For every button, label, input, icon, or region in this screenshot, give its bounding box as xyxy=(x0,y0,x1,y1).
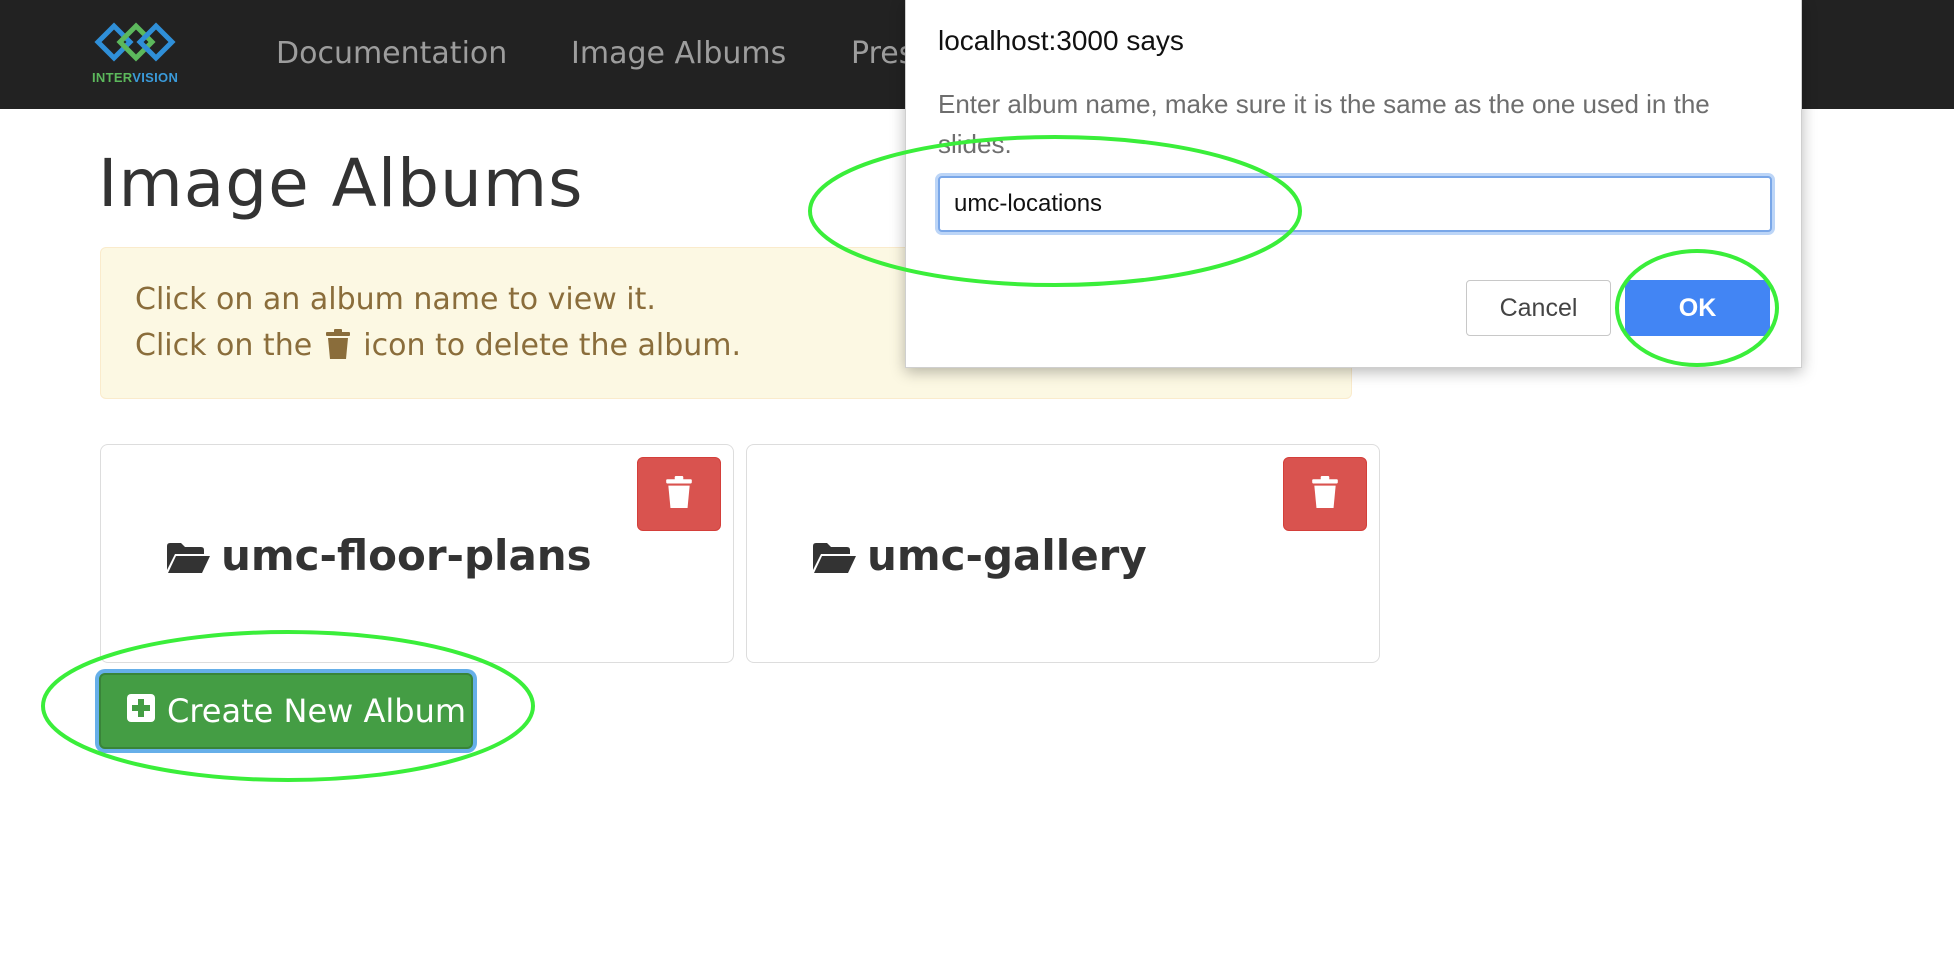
nav-link-image-albums[interactable]: Image Albums xyxy=(571,36,786,71)
album-card: umc-floor-plans xyxy=(100,444,734,663)
album-name-text[interactable]: umc-gallery xyxy=(867,531,1147,580)
alert-line-1: Click on an album name to view it. xyxy=(135,282,656,317)
album-name-text[interactable]: umc-floor-plans xyxy=(221,531,592,580)
folder-open-icon xyxy=(167,535,211,584)
intervision-logo-icon xyxy=(94,22,176,62)
create-new-album-label: Create New Album xyxy=(167,692,467,730)
trash-icon xyxy=(1312,476,1338,512)
page-title: Image Albums xyxy=(98,145,584,222)
folder-open-icon xyxy=(813,535,857,584)
album-link[interactable]: umc-floor-plans xyxy=(167,531,592,584)
trash-icon xyxy=(325,329,350,367)
logo-text: INTERVISION xyxy=(92,70,179,85)
logo[interactable]: INTERVISION xyxy=(92,20,178,86)
album-link[interactable]: umc-gallery xyxy=(813,531,1147,584)
delete-album-button[interactable] xyxy=(637,457,721,531)
alert-line-2-before: Click on the xyxy=(135,328,313,363)
dialog-message: Enter album name, make sure it is the sa… xyxy=(938,89,1710,159)
create-new-album-button[interactable]: Create New Album xyxy=(99,673,473,749)
album-card: umc-gallery xyxy=(746,444,1380,663)
plus-square-icon xyxy=(127,692,155,730)
album-name-input[interactable] xyxy=(938,176,1772,232)
cancel-button[interactable]: Cancel xyxy=(1466,280,1611,336)
ok-button[interactable]: OK xyxy=(1625,280,1770,336)
nav-link-documentation[interactable]: Documentation xyxy=(276,36,507,71)
delete-album-button[interactable] xyxy=(1283,457,1367,531)
prompt-dialog: localhost:3000 says Enter album name, ma… xyxy=(905,0,1802,368)
dialog-title: localhost:3000 says xyxy=(938,25,1184,56)
alert-line-2: Click on the icon to delete the album. xyxy=(135,328,741,367)
trash-icon xyxy=(666,476,692,512)
alert-line-2-after: icon to delete the album. xyxy=(363,328,742,363)
